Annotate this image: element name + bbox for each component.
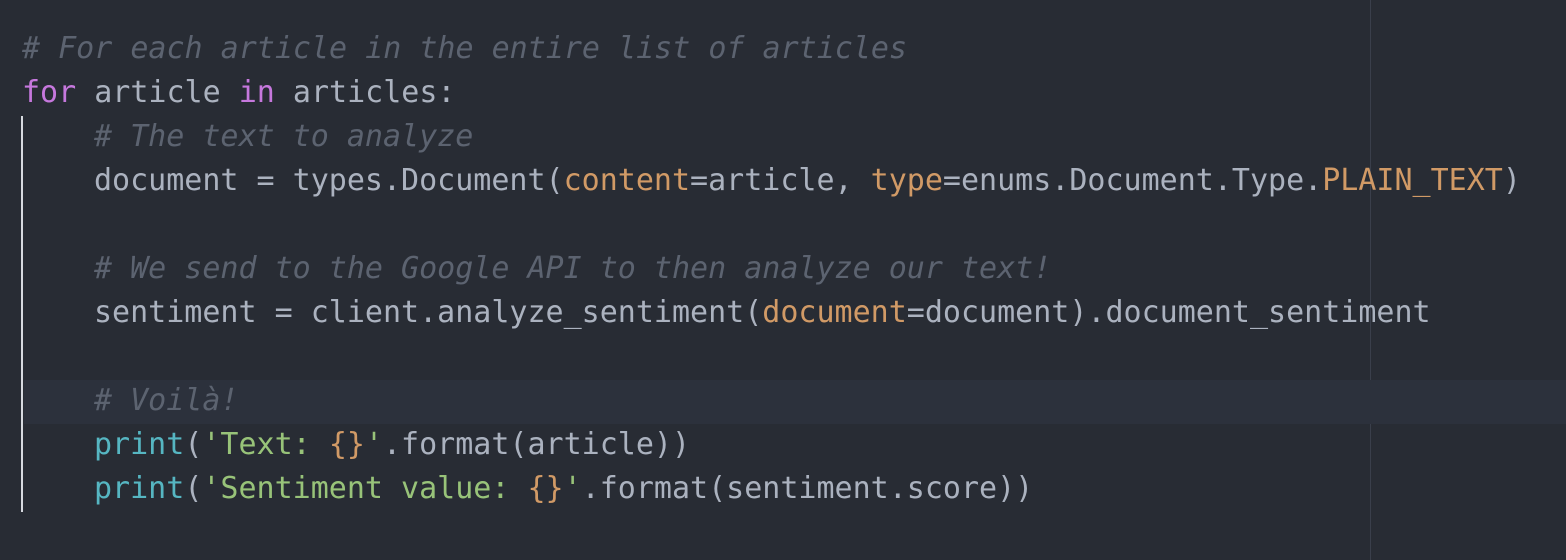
code-line-10[interactable]: print('Text: {}'.format(article)) [22, 423, 1521, 467]
string-literal: 'Sentiment value: [202, 471, 528, 506]
code-text: ( [184, 471, 203, 506]
code-text: .format(sentiment.score)) [581, 471, 1034, 506]
code-text: document = types.Document( [94, 163, 564, 198]
param-content: content [563, 163, 691, 198]
code-line-6[interactable]: # We send to the Google API to then anal… [22, 247, 1521, 291]
code-text: ( [184, 427, 203, 462]
comment-text: # For each article in the entire list of… [22, 31, 908, 66]
code-line-2[interactable]: for article in articles: [22, 71, 1521, 115]
code-line-7[interactable]: sentiment = client.analyze_sentiment(doc… [22, 291, 1521, 335]
param-type: type [870, 163, 943, 198]
format-braces: {} [328, 427, 365, 462]
code-text: =document).document_sentiment [906, 295, 1431, 330]
code-lines[interactable]: # For each article in the entire list of… [22, 27, 1521, 511]
comment-text: # Voilà! [94, 383, 239, 418]
code-text: sentiment = client.analyze_sentiment( [94, 295, 763, 330]
code-line-9[interactable]: # Voilà! [22, 379, 1521, 423]
constant-plain-text: PLAIN_TEXT [1322, 163, 1503, 198]
code-text: ) [1502, 163, 1521, 198]
string-literal: ' [563, 471, 582, 506]
comment-text: # The text to analyze [94, 119, 474, 154]
builtin-print: print [94, 471, 185, 506]
string-literal: ' [364, 427, 383, 462]
format-braces: {} [527, 471, 564, 506]
code-line-8-blank[interactable] [22, 335, 1521, 379]
code-text: .format(article)) [383, 427, 691, 462]
code-line-3[interactable]: # The text to analyze [22, 115, 1521, 159]
code-line-1[interactable]: # For each article in the entire list of… [22, 27, 1521, 71]
builtin-print: print [94, 427, 185, 462]
loop-variable: article [76, 75, 239, 110]
loop-iterable: articles: [274, 75, 456, 110]
comment-text: # We send to the Google API to then anal… [94, 251, 1052, 286]
param-document: document [762, 295, 907, 330]
code-text: =enums.Document.Type. [942, 163, 1323, 198]
string-literal: 'Text: [202, 427, 329, 462]
keyword-for: for [22, 75, 77, 110]
code-line-4[interactable]: document = types.Document(content=articl… [22, 159, 1521, 203]
keyword-in: in [238, 75, 275, 110]
code-line-11[interactable]: print('Sentiment value: {}'.format(senti… [22, 467, 1521, 511]
code-editor[interactable]: # For each article in the entire list of… [0, 0, 1566, 560]
code-line-5-blank[interactable] [22, 203, 1521, 247]
code-text: =article, [690, 163, 871, 198]
